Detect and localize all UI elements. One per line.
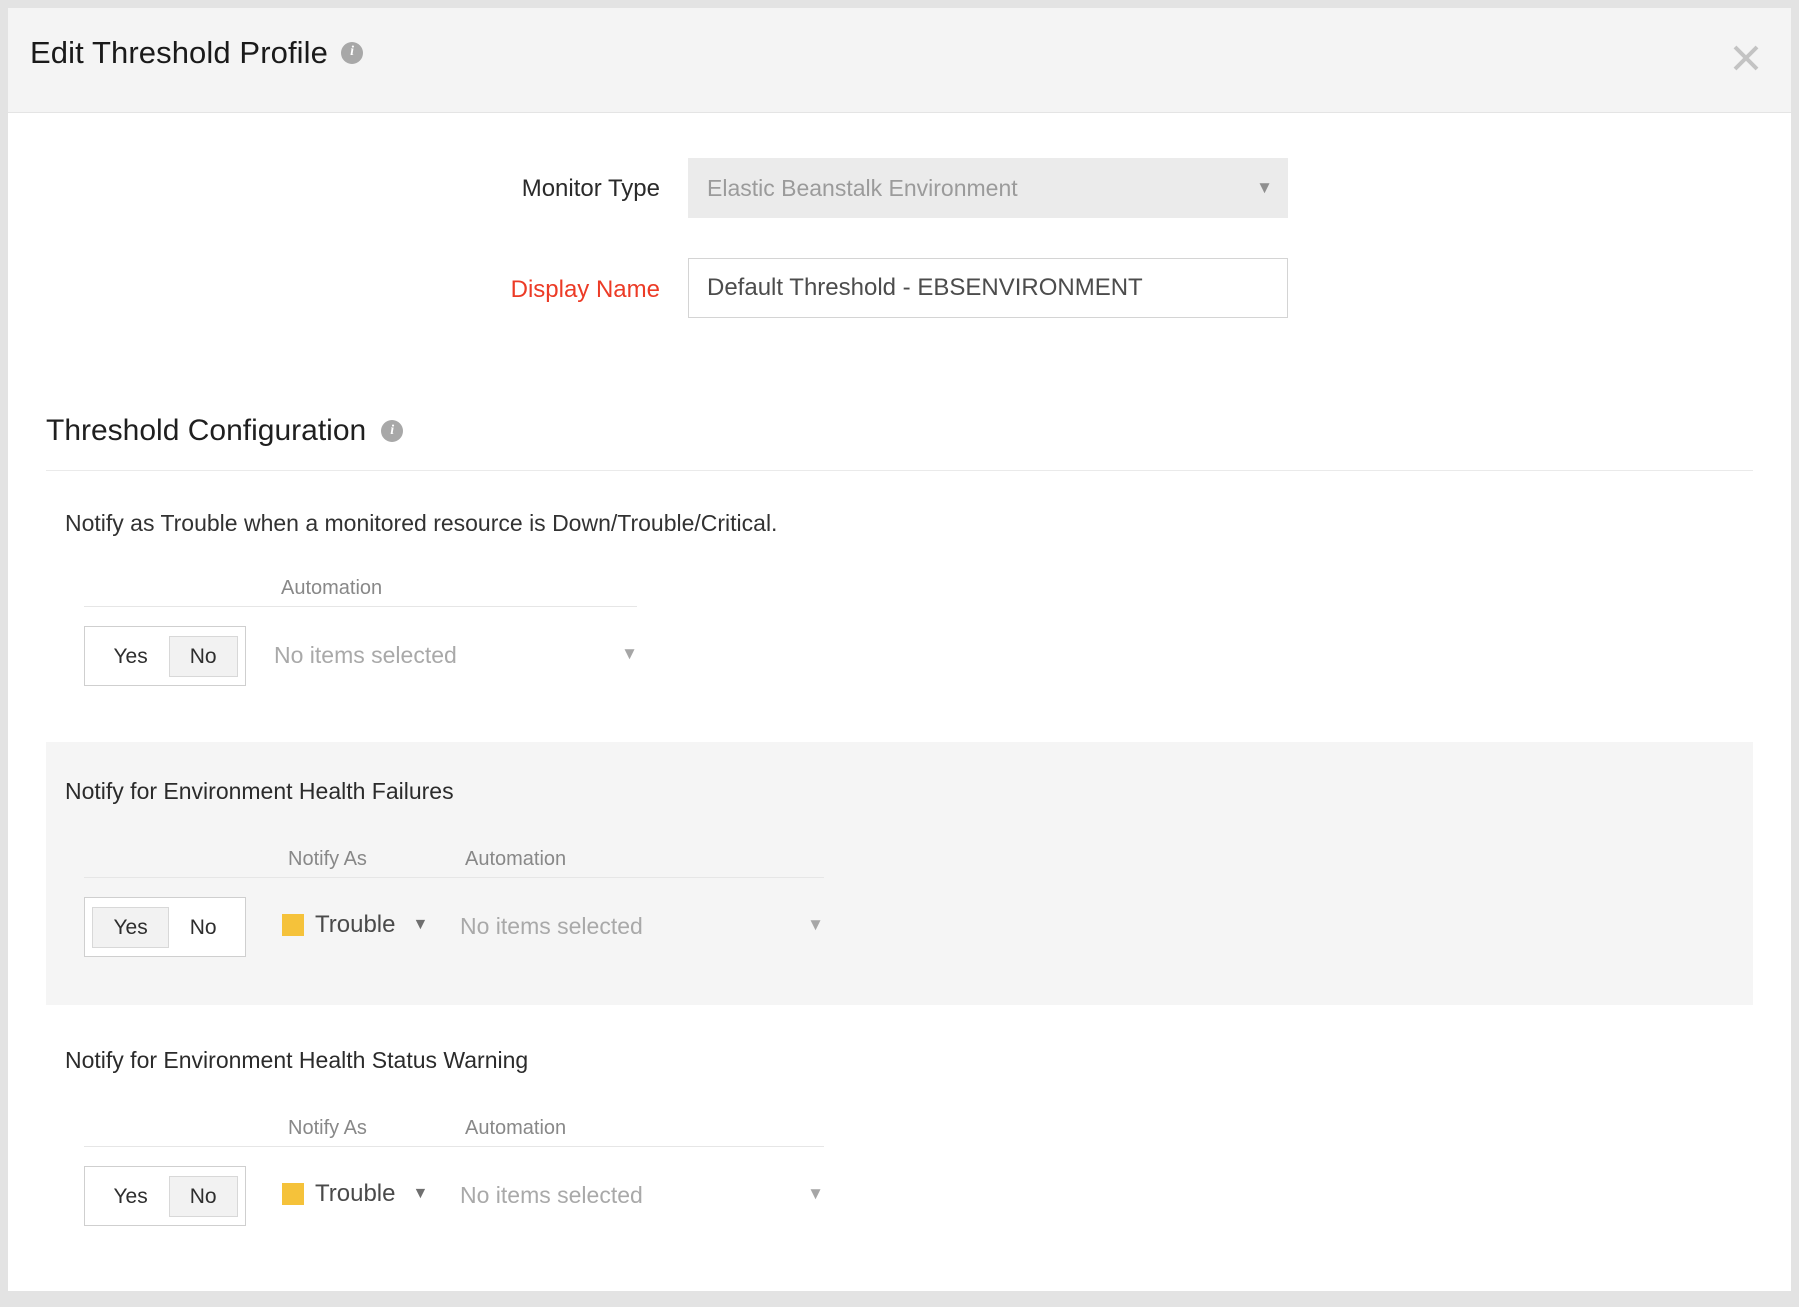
control-row: Yes No No items selected ▼ <box>84 626 1791 696</box>
config-block-environment-health-status-warning: Notify for Environment Health Status War… <box>46 1047 1753 1246</box>
title-info-icon[interactable]: i <box>341 42 363 64</box>
page-title: Edit Threshold Profile <box>30 37 328 68</box>
notify-as-value: Trouble <box>315 1180 395 1208</box>
threshold-intro-text: Notify as Trouble when a monitored resou… <box>8 510 1791 537</box>
automation-column-header: Automation <box>281 577 382 600</box>
chevron-down-icon: ▼ <box>621 644 638 664</box>
dialog-body: Monitor Type Elastic Beanstalk Environme… <box>8 158 1791 1291</box>
severity-color-swatch <box>282 1183 304 1205</box>
chevron-down-icon: ▼ <box>1256 178 1273 198</box>
automation-column-header: Automation <box>465 848 566 871</box>
config-block-title: Notify for Environment Health Status War… <box>46 1047 1753 1074</box>
display-name-input[interactable]: Default Threshold - EBSENVIRONMENT <box>688 258 1288 318</box>
automation-value: No items selected <box>274 642 457 669</box>
chevron-down-icon: ▼ <box>807 915 824 935</box>
section-title: Threshold Configuration <box>46 414 366 448</box>
notify-as-column-header: Notify As <box>288 848 367 871</box>
config-block-environment-health-failures: Notify for Environment Health Failures N… <box>46 742 1753 1005</box>
automation-select[interactable]: No items selected ▼ <box>460 1182 824 1209</box>
notify-as-column-header: Notify As <box>288 1117 367 1140</box>
automation-select[interactable]: No items selected ▼ <box>274 642 638 669</box>
monitor-type-value: Elastic Beanstalk Environment <box>707 175 1018 202</box>
section-info-icon[interactable]: i <box>381 420 403 442</box>
section-divider <box>46 470 1753 471</box>
automation-column-header: Automation <box>465 1117 566 1140</box>
notify-toggle[interactable]: Yes No <box>84 626 246 686</box>
close-icon[interactable] <box>1723 35 1769 81</box>
notify-toggle[interactable]: Yes No <box>84 1166 246 1226</box>
toggle-option-yes[interactable]: Yes <box>92 1176 168 1217</box>
column-headers: Notify As Automation <box>84 837 824 878</box>
display-name-value: Default Threshold - EBSENVIRONMENT <box>707 274 1143 302</box>
chevron-down-icon: ▼ <box>412 1185 428 1203</box>
edit-threshold-profile-dialog: Edit Threshold Profile i Monitor Type El… <box>8 8 1791 1291</box>
notify-as-select[interactable]: Trouble ▼ <box>282 911 428 939</box>
monitor-type-label: Monitor Type <box>8 158 688 204</box>
column-headers: Notify As Automation <box>84 1106 824 1147</box>
toggle-option-yes[interactable]: Yes <box>92 907 168 948</box>
dialog-title-group: Edit Threshold Profile i <box>30 37 363 68</box>
dialog-header: Edit Threshold Profile i <box>8 8 1791 113</box>
notify-toggle[interactable]: Yes No <box>84 897 246 957</box>
screenshot-viewport: Edit Threshold Profile i Monitor Type El… <box>0 0 1799 1307</box>
severity-color-swatch <box>282 914 304 936</box>
automation-value: No items selected <box>460 913 643 940</box>
control-row: Yes No Trouble ▼ No items selected ▼ <box>84 897 1753 967</box>
automation-select[interactable]: No items selected ▼ <box>460 913 824 940</box>
chevron-down-icon: ▼ <box>412 916 428 934</box>
monitor-type-row: Monitor Type Elastic Beanstalk Environme… <box>8 158 1791 218</box>
monitor-type-select[interactable]: Elastic Beanstalk Environment ▼ <box>688 158 1288 218</box>
threshold-configuration-heading: Threshold Configuration i <box>8 414 1791 448</box>
chevron-down-icon: ▼ <box>807 1184 824 1204</box>
config-block-title: Notify for Environment Health Failures <box>46 778 1753 805</box>
display-name-row: Display Name Default Threshold - EBSENVI… <box>8 258 1791 318</box>
display-name-label: Display Name <box>8 258 688 305</box>
toggle-option-yes[interactable]: Yes <box>92 636 168 677</box>
config-block-down-trouble-critical: Automation Yes No No items selected ▼ <box>8 566 1791 700</box>
toggle-option-no[interactable]: No <box>169 1176 238 1217</box>
notify-as-select[interactable]: Trouble ▼ <box>282 1180 428 1208</box>
automation-value: No items selected <box>460 1182 643 1209</box>
toggle-option-no[interactable]: No <box>169 907 238 948</box>
toggle-option-no[interactable]: No <box>169 636 238 677</box>
notify-as-value: Trouble <box>315 911 395 939</box>
control-row: Yes No Trouble ▼ No items selected ▼ <box>84 1166 1753 1236</box>
column-headers: Automation <box>84 566 637 607</box>
